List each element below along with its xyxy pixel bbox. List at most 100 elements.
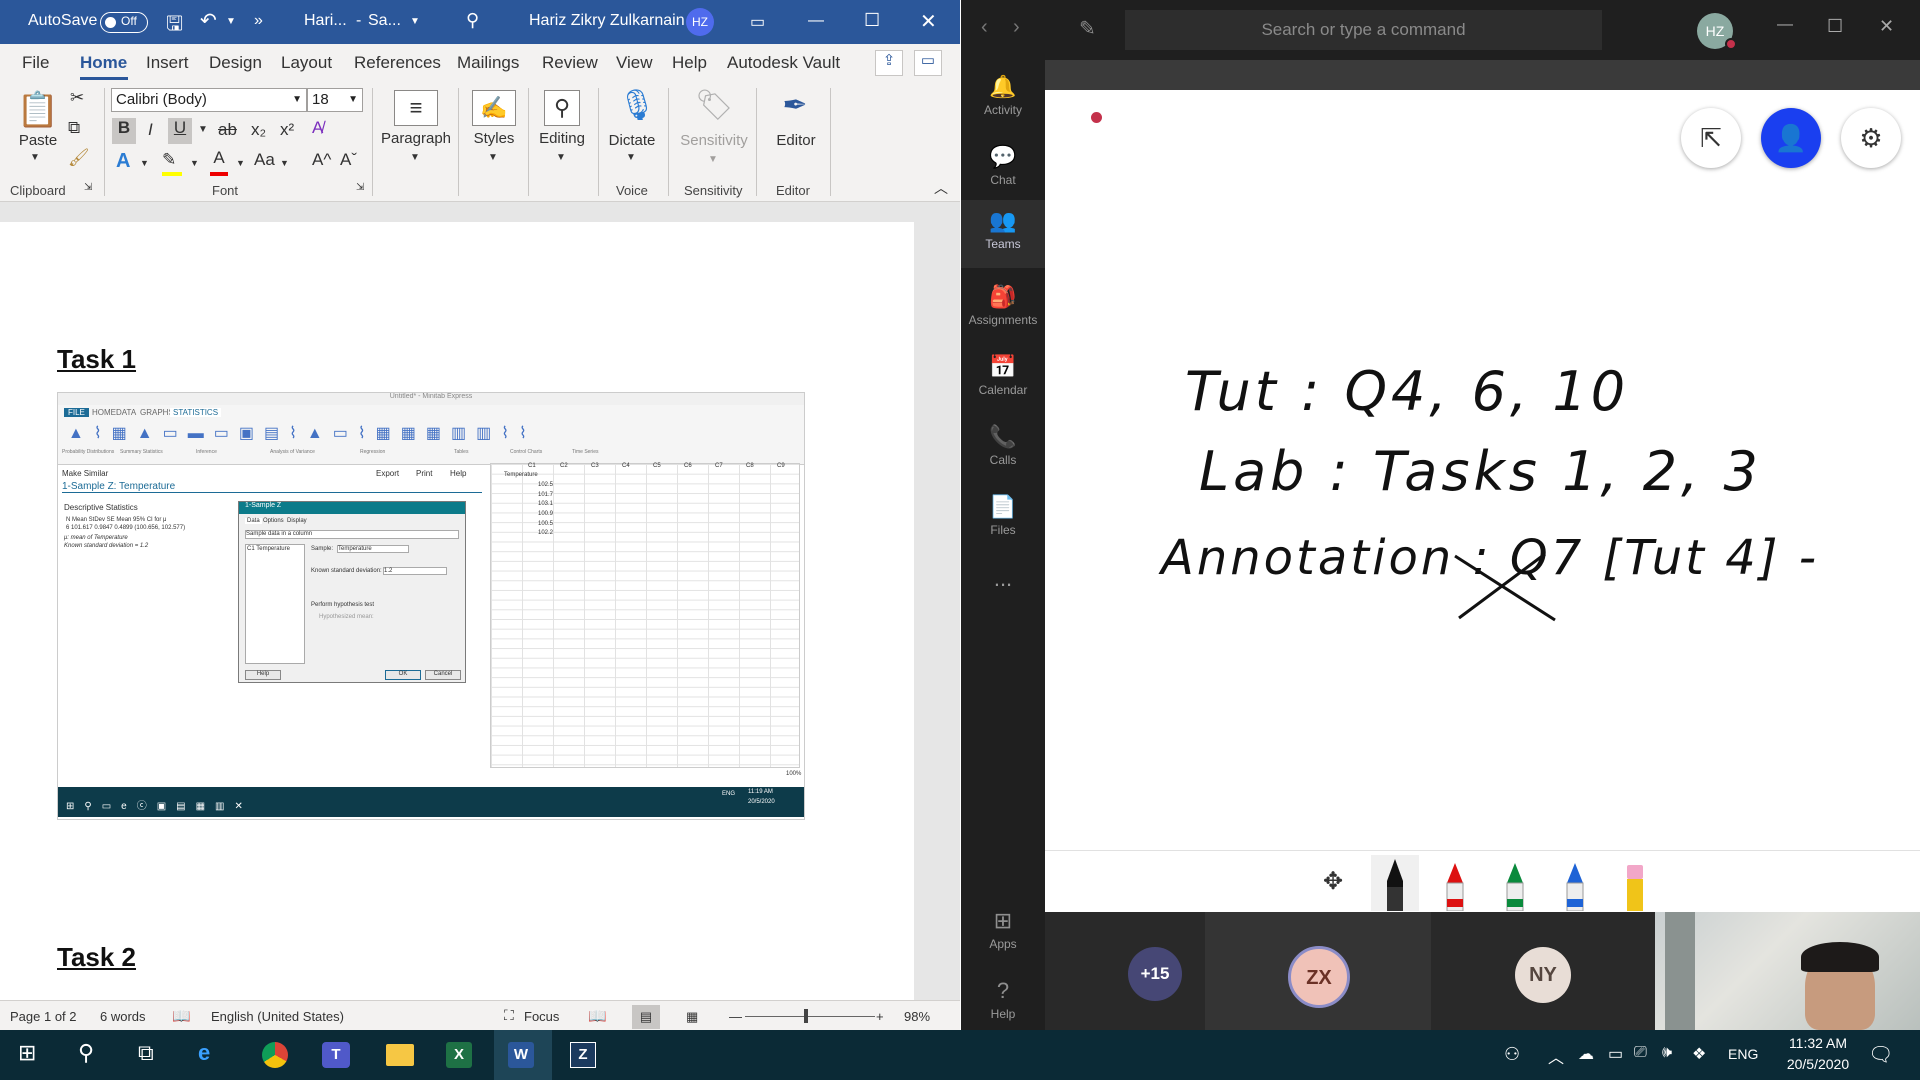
- share-out-icon[interactable]: ⇱: [1681, 108, 1741, 168]
- word-count[interactable]: 6 words: [100, 1009, 146, 1024]
- zoom-level[interactable]: 98%: [904, 1009, 930, 1024]
- save-state[interactable]: Sa...: [368, 12, 401, 30]
- rail-activity[interactable]: 🔔 Activity: [961, 66, 1045, 134]
- zoom-slider[interactable]: [745, 1016, 875, 1017]
- editor-icon[interactable]: ✒: [774, 88, 816, 128]
- bold-button[interactable]: B: [112, 118, 136, 144]
- chevron-down-icon[interactable]: ▼: [410, 152, 420, 163]
- close-icon[interactable]: ✕: [1879, 16, 1894, 37]
- dictate-button[interactable]: Dictate: [602, 132, 662, 149]
- italic-button[interactable]: I: [148, 120, 153, 140]
- copy-icon[interactable]: ⧉: [68, 118, 80, 138]
- underline-button[interactable]: U: [168, 118, 192, 144]
- move-icon[interactable]: ✥: [1323, 867, 1343, 896]
- language-indicator[interactable]: ENG: [1728, 1046, 1758, 1062]
- autosave-toggle[interactable]: Off: [100, 12, 148, 33]
- zoom-in-icon[interactable]: +: [876, 1009, 884, 1024]
- network-icon[interactable]: ⎚: [1634, 1044, 1647, 1062]
- volume-icon[interactable]: 🕪: [1662, 1044, 1672, 1062]
- clock-date[interactable]: 20/5/2020: [1780, 1056, 1856, 1072]
- red-pen-icon[interactable]: [1441, 861, 1469, 911]
- rail-more-button[interactable]: ...: [961, 566, 1045, 634]
- battery-icon[interactable]: ▭: [1608, 1044, 1623, 1064]
- search-icon[interactable]: ⚲: [466, 10, 479, 31]
- chevron-down-icon[interactable]: ▼: [190, 158, 199, 168]
- eraser-icon[interactable]: [1621, 861, 1649, 911]
- excel-icon[interactable]: X: [446, 1042, 472, 1068]
- paste-dropdown-icon[interactable]: ▼: [30, 152, 40, 163]
- edge-icon[interactable]: e: [198, 1040, 210, 1066]
- comments-icon[interactable]: ▭: [914, 50, 942, 76]
- undo-icon[interactable]: ↶: [200, 8, 217, 33]
- language[interactable]: English (United States): [211, 1009, 344, 1024]
- clock-time[interactable]: 11:32 AM: [1780, 1035, 1856, 1051]
- tab-references[interactable]: References: [354, 53, 441, 73]
- font-color-button[interactable]: A: [210, 148, 228, 176]
- compose-icon[interactable]: ✎: [1079, 16, 1096, 41]
- onedrive-icon[interactable]: ☁: [1578, 1044, 1594, 1064]
- chrome-icon[interactable]: [262, 1042, 288, 1068]
- document-page[interactable]: Task 1 Untitled* - Minitab Express FILE …: [0, 222, 914, 1000]
- rail-calendar[interactable]: 📅 Calendar: [961, 346, 1045, 414]
- tab-review[interactable]: Review: [542, 53, 598, 73]
- font-launcher-icon[interactable]: ⇲: [356, 182, 364, 193]
- change-case-button[interactable]: Aa: [254, 150, 275, 170]
- rail-chat[interactable]: 💬 Chat: [961, 136, 1045, 204]
- tab-insert[interactable]: Insert: [146, 53, 189, 73]
- tab-help[interactable]: Help: [672, 53, 707, 73]
- dropbox-icon[interactable]: ❖: [1692, 1044, 1706, 1064]
- chevron-down-icon[interactable]: ▼: [280, 158, 289, 168]
- user-name[interactable]: Hariz Zikry Zulkarnain: [529, 12, 685, 30]
- settings-icon[interactable]: ⚙: [1841, 108, 1901, 168]
- rail-assignments[interactable]: 🎒 Assignments: [961, 276, 1045, 344]
- tab-layout[interactable]: Layout: [281, 53, 332, 73]
- rail-apps[interactable]: ⊞ Apps: [961, 900, 1045, 968]
- tab-file[interactable]: File: [22, 53, 49, 73]
- editor-button[interactable]: Editor: [770, 132, 822, 149]
- shrink-font-button[interactable]: Aˇ: [340, 150, 357, 170]
- strikethrough-button[interactable]: ab: [218, 120, 237, 140]
- subscript-button[interactable]: x₂: [251, 120, 266, 140]
- participant-avatar-ny[interactable]: NY: [1515, 947, 1571, 1003]
- file-explorer-icon[interactable]: [386, 1044, 414, 1066]
- web-layout-icon[interactable]: ▦: [686, 1009, 698, 1025]
- grow-font-button[interactable]: A^: [312, 150, 331, 170]
- rail-help[interactable]: ? Help: [961, 970, 1045, 1038]
- tab-design[interactable]: Design: [209, 53, 262, 73]
- font-name-select[interactable]: Calibri (Body) ▼: [111, 88, 307, 112]
- page-count[interactable]: Page 1 of 2: [10, 1009, 77, 1024]
- add-person-icon[interactable]: 👤: [1761, 108, 1821, 168]
- chevron-down-icon[interactable]: ▼: [236, 158, 245, 168]
- tab-autodesk-vault[interactable]: Autodesk Vault: [727, 53, 840, 73]
- find-icon[interactable]: ⚲: [544, 90, 580, 126]
- forward-icon[interactable]: ›: [1013, 16, 1020, 39]
- green-pen-icon[interactable]: [1501, 861, 1529, 911]
- clipboard-launcher-icon[interactable]: ⇲: [84, 182, 92, 193]
- underline-dropdown-icon[interactable]: ▼: [198, 124, 208, 135]
- chevron-down-icon[interactable]: ▼: [140, 158, 149, 168]
- read-mode-icon[interactable]: 📖: [588, 1007, 607, 1025]
- microphone-icon[interactable]: 🎙: [618, 88, 656, 128]
- doc-name[interactable]: Hari...: [304, 12, 347, 30]
- vertical-scrollbar[interactable]: [914, 202, 960, 1000]
- tab-mailings[interactable]: Mailings: [457, 53, 519, 73]
- clear-formatting-icon[interactable]: A̸: [312, 118, 323, 138]
- focus-button[interactable]: Focus: [524, 1009, 559, 1024]
- maximize-icon[interactable]: ☐: [864, 10, 880, 31]
- styles-icon[interactable]: ✍: [472, 90, 516, 126]
- notifications-icon[interactable]: 🗨: [1868, 1042, 1893, 1067]
- minimize-icon[interactable]: —: [808, 12, 824, 30]
- chevron-down-icon[interactable]: ▼: [410, 16, 420, 27]
- blue-pen-icon[interactable]: [1561, 861, 1589, 911]
- rail-calls[interactable]: 📞 Calls: [961, 416, 1045, 484]
- close-icon[interactable]: ✕: [920, 9, 937, 34]
- rail-files[interactable]: 📄 Files: [961, 486, 1045, 554]
- focus-icon[interactable]: ⛶: [504, 1007, 514, 1024]
- paste-button[interactable]: Paste: [16, 132, 60, 149]
- search-icon[interactable]: ⚲: [78, 1040, 94, 1066]
- customize-toolbar-icon[interactable]: »: [254, 12, 263, 30]
- minimize-icon[interactable]: —: [1777, 16, 1793, 34]
- format-painter-icon[interactable]: 🖌: [68, 148, 90, 168]
- teams-taskbar-icon[interactable]: T: [322, 1042, 350, 1068]
- embedded-minitab-screenshot[interactable]: Untitled* - Minitab Express FILE HOME DA…: [57, 392, 805, 820]
